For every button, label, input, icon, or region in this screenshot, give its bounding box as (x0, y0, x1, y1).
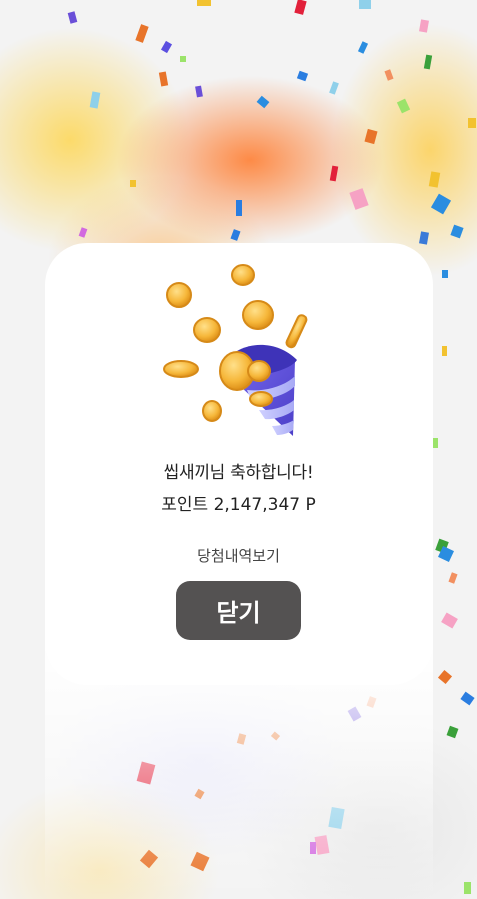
points-amount: 포인트 2,147,347 P (161, 495, 316, 515)
congratulations-message: 씹새끼님 축하합니다! (163, 463, 314, 483)
card-fade (45, 640, 433, 899)
view-history-link[interactable]: 당첨내역보기 (0, 545, 477, 566)
close-button[interactable]: 닫기 (176, 581, 301, 640)
party-popper-with-coins-icon (163, 264, 308, 436)
